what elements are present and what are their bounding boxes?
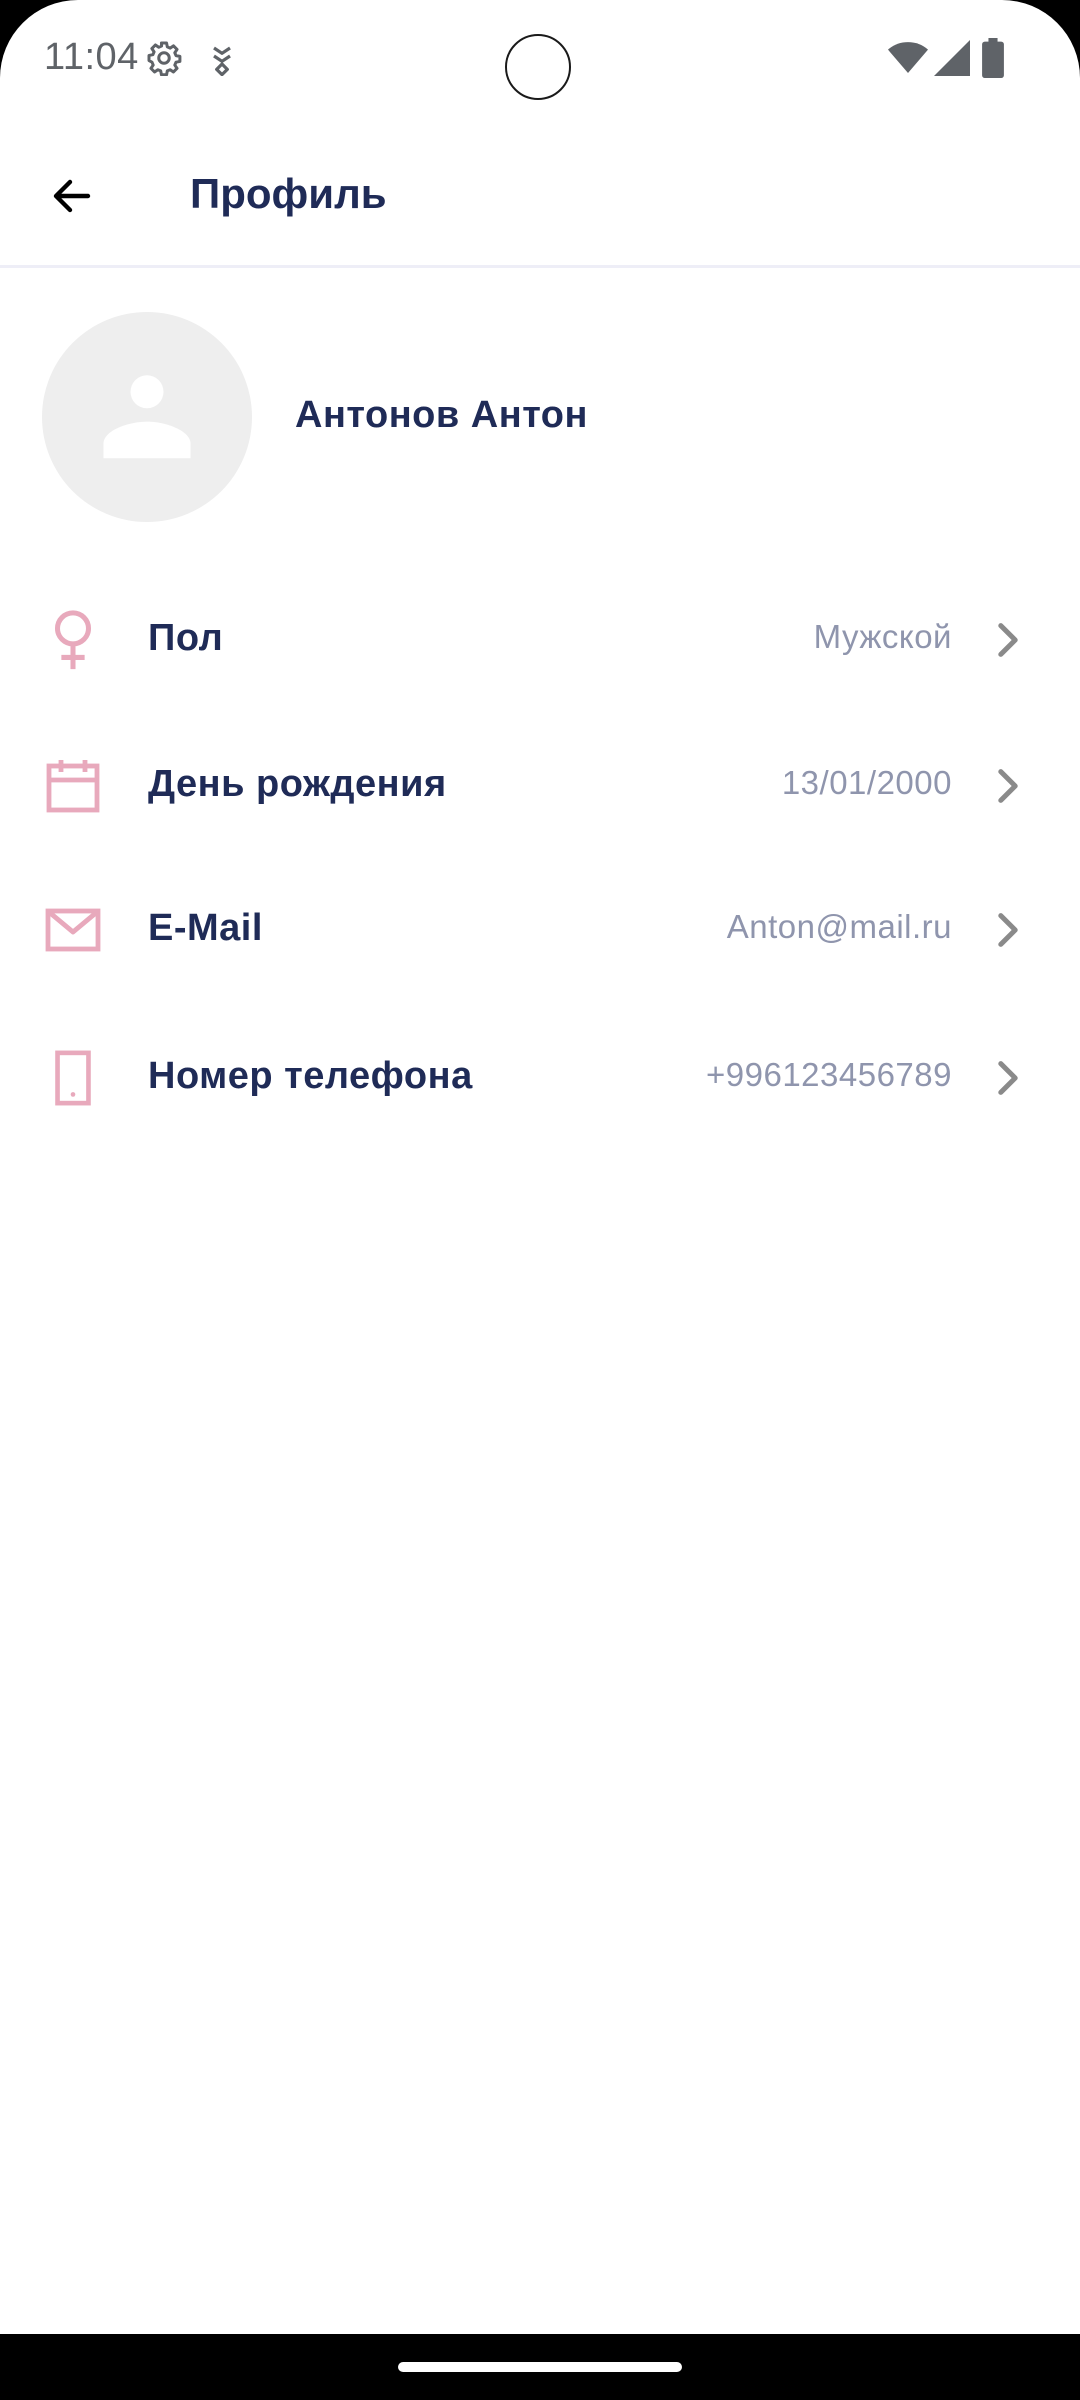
email-value: Anton@mail.ru	[726, 908, 952, 945]
cellular-signal-icon	[934, 40, 970, 76]
status-time: 11:04	[44, 36, 139, 78]
birthday-label: День рождения	[148, 763, 447, 805]
phone-label: Номер телефона	[148, 1055, 473, 1097]
birthday-value: 13/01/2000	[781, 764, 952, 801]
gender-label: Пол	[148, 617, 224, 659]
download-shield-icon	[213, 46, 231, 76]
battery-icon	[982, 38, 1004, 78]
status-bar: 11:04	[0, 0, 1080, 118]
person-placeholder-icon	[103, 375, 191, 459]
female-symbol-icon	[36, 610, 110, 670]
email-row[interactable]: E-Mail Anton@mail.ru	[0, 870, 1080, 990]
envelope-icon	[36, 900, 110, 960]
gender-value: Мужской	[813, 618, 952, 655]
back-button[interactable]	[32, 156, 112, 236]
user-name: Антонов Антон	[295, 394, 588, 436]
phone-row[interactable]: Номер телефона +996123456789	[0, 1018, 1080, 1138]
home-indicator[interactable]	[398, 2362, 682, 2372]
arrow-left-icon	[53, 179, 91, 213]
chevron-right-icon	[988, 1056, 1028, 1100]
app-bar: Профиль	[0, 118, 1080, 268]
camera-cutout	[505, 34, 571, 100]
screen: 11:04 Профиль Антонов Антон Пол Мужской …	[0, 0, 1080, 2334]
navigation-bar	[0, 2334, 1080, 2400]
settings-gear-icon	[147, 41, 182, 76]
chevron-right-icon	[988, 764, 1028, 808]
wifi-icon	[888, 42, 928, 73]
avatar[interactable]	[42, 312, 252, 522]
chevron-right-icon	[988, 618, 1028, 662]
page-title: Профиль	[190, 170, 387, 217]
chevron-right-icon	[988, 908, 1028, 952]
gender-row[interactable]: Пол Мужской	[0, 580, 1080, 700]
phone-icon	[36, 1048, 110, 1108]
calendar-icon	[36, 756, 110, 816]
birthday-row[interactable]: День рождения 13/01/2000	[0, 726, 1080, 846]
phone-value: +996123456789	[705, 1056, 952, 1093]
email-label: E-Mail	[148, 907, 263, 949]
